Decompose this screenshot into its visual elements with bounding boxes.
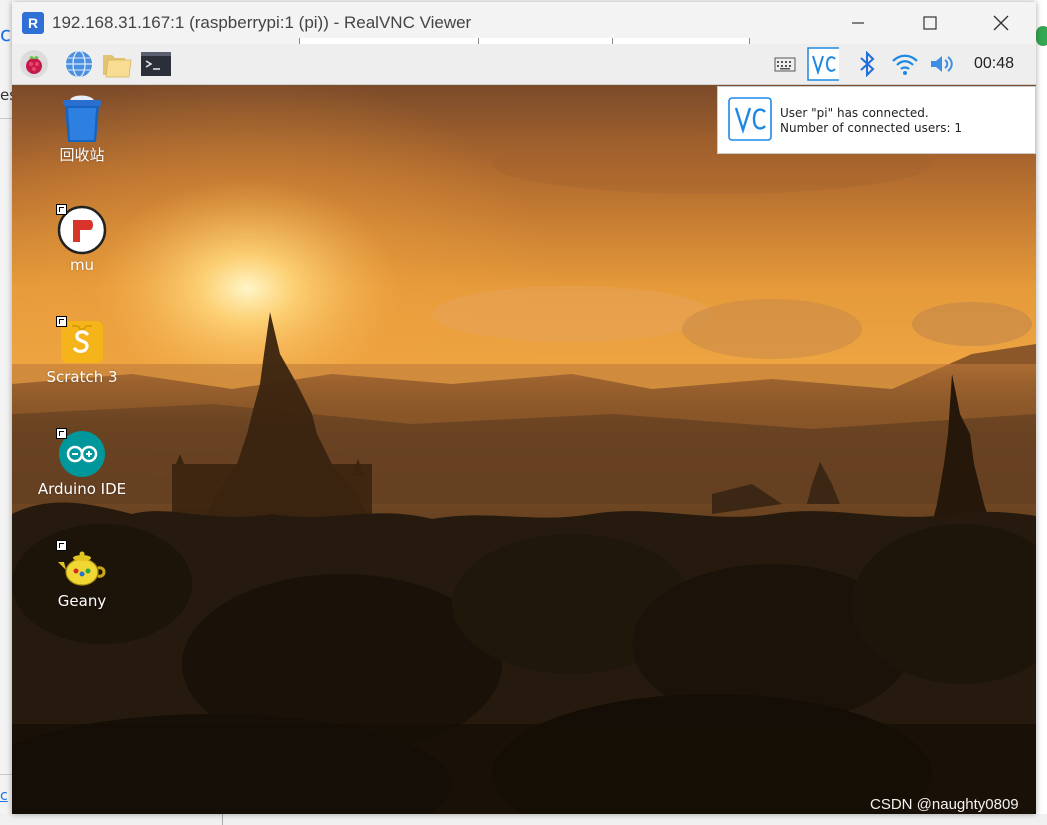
vnc-server-icon (807, 47, 839, 81)
raspberry-menu-icon (20, 50, 48, 78)
desktop-icon-label: Arduino IDE (37, 480, 127, 498)
web-browser-icon (66, 50, 92, 78)
desktop-icon-label: Scratch 3 (46, 368, 118, 386)
bluetooth-tray-button[interactable] (851, 48, 883, 80)
title-bar[interactable]: R 192.168.31.167:1 (raspberrypi:1 (pi)) … (12, 2, 1036, 50)
close-icon (993, 15, 1009, 31)
host-fragment-text: c (0, 22, 11, 46)
keyboard-icon (774, 57, 796, 72)
host-background-strip (0, 0, 12, 825)
file-manager-button[interactable] (101, 48, 133, 80)
host-divider (222, 814, 223, 825)
close-button[interactable] (979, 8, 1023, 38)
watermark-text: CSDN @naughty0809 (870, 796, 1019, 813)
minimize-button[interactable] (836, 8, 880, 38)
desktop-icon-label: 回收站 (59, 146, 105, 164)
vnc-server-tray-button[interactable] (807, 47, 839, 81)
window-title: 192.168.31.167:1 (raspberrypi:1 (pi)) - … (52, 13, 472, 32)
volume-tray-button[interactable] (926, 48, 958, 80)
terminal-button[interactable] (140, 48, 172, 80)
raspberry-menu-button[interactable] (18, 48, 50, 80)
vnc-logo-icon (728, 97, 772, 141)
wifi-tray-button[interactable] (889, 48, 921, 80)
web-browser-button[interactable] (63, 48, 95, 80)
desktop-icon-arduino[interactable]: Arduino IDE (22, 428, 142, 498)
shortcut-arrow-icon (56, 540, 67, 551)
desktop-icon-label: mu (69, 256, 95, 274)
host-divider (0, 118, 12, 119)
minimize-icon (852, 22, 864, 24)
maximize-button[interactable] (908, 8, 952, 38)
wifi-icon (892, 54, 918, 75)
file-manager-icon (103, 55, 132, 78)
host-green-indicator (1036, 26, 1047, 46)
desktop-icon-geany[interactable]: Geany (22, 540, 142, 610)
host-divider (0, 774, 12, 775)
keyboard-tray-button[interactable] (769, 48, 801, 80)
vnc-viewer-window: R 192.168.31.167:1 (raspberrypi:1 (pi)) … (12, 2, 1036, 814)
realvnc-app-icon[interactable]: R (22, 12, 44, 34)
remote-desktop[interactable]: 00:48 回收站 mu Scratch 3 Arduino IDE Geany… (12, 44, 1036, 814)
desktop-icon-scratch[interactable]: Scratch 3 (22, 316, 142, 386)
notification-line-2: Number of connected users: 1 (780, 121, 962, 135)
trash-icon (63, 95, 101, 142)
maximize-icon (923, 16, 937, 30)
host-fragment-link[interactable]: c (0, 788, 8, 804)
shortcut-arrow-icon (56, 204, 67, 215)
terminal-icon (141, 52, 171, 76)
shortcut-arrow-icon (56, 316, 67, 327)
notification-line-1: User "pi" has connected. (780, 106, 929, 120)
panel-clock[interactable]: 00:48 (974, 55, 1014, 73)
desktop-icon-trash[interactable]: 回收站 (22, 92, 142, 165)
vnc-connection-notification[interactable]: User "pi" has connected. Number of conne… (717, 86, 1036, 154)
volume-icon (931, 56, 953, 72)
desktop-icon-mu[interactable]: mu (22, 204, 142, 274)
raspberry-pi-taskbar: 00:48 (12, 44, 1036, 85)
shortcut-arrow-icon (56, 428, 67, 439)
host-taskbar-strip (0, 814, 1047, 825)
desktop-wallpaper (12, 84, 1036, 814)
bluetooth-icon (860, 51, 875, 77)
desktop-icon-label: Geany (57, 592, 107, 610)
